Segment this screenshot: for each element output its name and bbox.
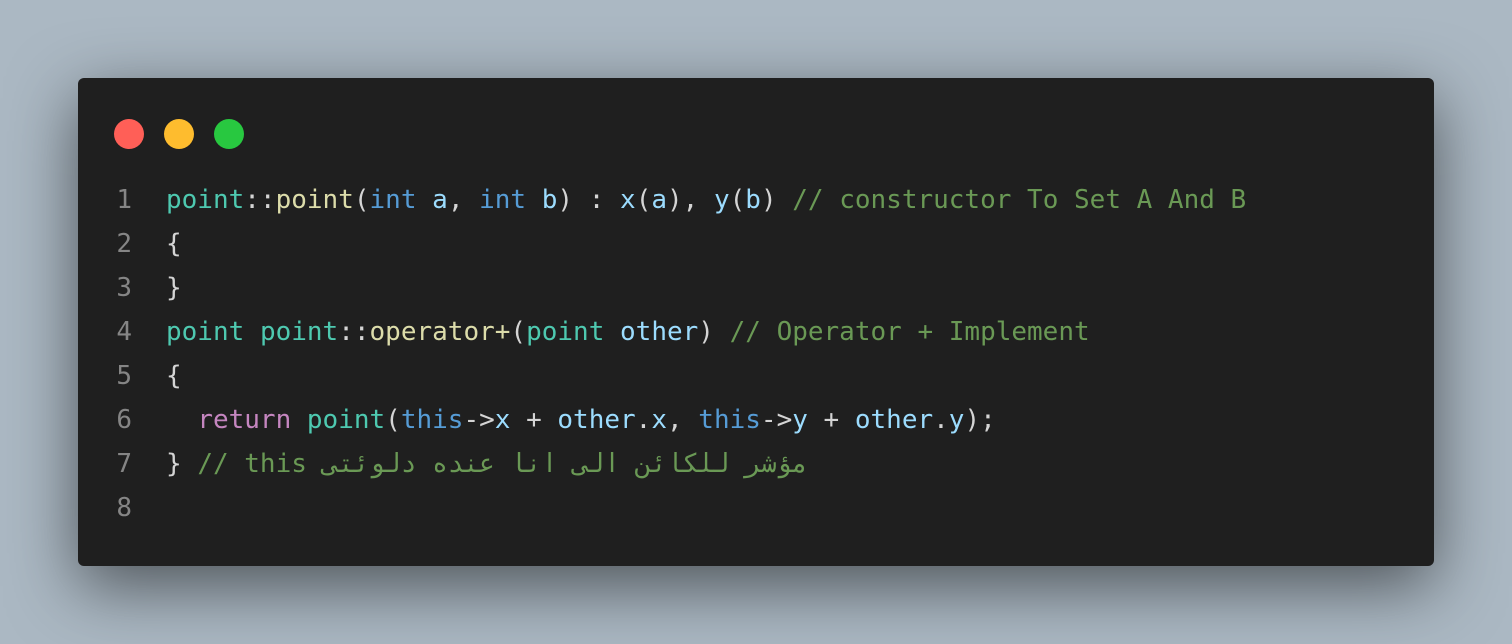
line-number: 3 <box>116 273 132 303</box>
code-text: { <box>166 222 182 266</box>
code-token: int <box>479 185 527 215</box>
code-token: -> <box>760 405 793 435</box>
code-token: point <box>275 185 354 215</box>
code-token: this <box>698 405 761 435</box>
minimize-dot-icon <box>164 119 194 149</box>
code-token: + <box>510 405 558 435</box>
code-comment: // constructor To Set A And B <box>792 185 1247 215</box>
code-line: 8 <box>78 486 1434 530</box>
code-token: x <box>494 405 511 435</box>
code-token: ), <box>667 185 714 215</box>
close-dot-icon <box>114 119 144 149</box>
code-token: a <box>651 185 667 215</box>
code-token: int <box>369 185 417 215</box>
code-token: y <box>792 405 808 435</box>
code-token: other <box>620 317 699 347</box>
line-number: 2 <box>116 229 132 259</box>
code-token: operator+ <box>369 317 511 347</box>
code-token: { <box>166 229 182 259</box>
code-token: return <box>197 405 292 435</box>
code-text: return point(this->x + other.x, this->y … <box>166 398 996 442</box>
code-token: b <box>541 185 558 215</box>
code-text: point point::operator+(point other) // O… <box>166 310 1090 354</box>
code-token: point <box>306 405 386 435</box>
code-token: x <box>651 405 667 435</box>
code-token: :: <box>244 185 276 215</box>
code-token: ); <box>964 405 996 435</box>
code-token: point <box>259 317 339 347</box>
line-number: 5 <box>116 361 132 391</box>
code-token: ( <box>510 317 527 347</box>
code-line: 1 point::point(int a, int b) : x(a), y(b)… <box>78 178 1434 222</box>
code-text: point::point(int a, int b) : x(a), y(b) … <box>166 178 1246 222</box>
code-token: . <box>635 405 652 435</box>
code-token: , <box>447 185 480 215</box>
code-text: } // this مؤشر للكائن الى انا عنده دلوئت… <box>166 442 808 486</box>
code-token: ( <box>729 185 746 215</box>
code-token: y <box>713 185 730 215</box>
code-line: 7} // this مؤشر للكائن الى انا عنده دلوئ… <box>78 442 1434 486</box>
line-number: 7 <box>116 449 132 479</box>
code-line: 4 point point::operator+(point other) // … <box>78 310 1434 354</box>
line-number: 6 <box>116 405 132 435</box>
code-token: ( <box>635 185 652 215</box>
code-token: y <box>948 405 965 435</box>
code-token: ) : <box>557 185 621 215</box>
line-number: 8 <box>116 493 132 523</box>
code-token: . <box>933 405 949 435</box>
code-token: ) <box>698 317 730 347</box>
code-token: this <box>400 405 464 435</box>
code-line: 6 return point(this->x + other.x, this->… <box>78 398 1434 442</box>
code-line: 5{ <box>78 354 1434 398</box>
code-token: -> <box>463 405 495 435</box>
code-token: + <box>807 405 855 435</box>
code-token: other <box>557 405 636 435</box>
code-token: } <box>166 273 182 303</box>
code-token: point <box>166 185 245 215</box>
maximize-dot-icon <box>214 119 244 149</box>
code-comment: // this مؤشر للكائن الى انا عنده دلوئتى <box>197 449 808 479</box>
code-block: 1 point::point(int a, int b) : x(a), y(b)… <box>78 178 1434 530</box>
code-text: { <box>166 354 182 398</box>
code-line: 3} <box>78 266 1434 310</box>
line-number: 1 <box>116 185 132 215</box>
code-token: other <box>854 405 934 435</box>
code-token: a <box>432 185 448 215</box>
code-token: ) <box>760 185 793 215</box>
code-token: ( <box>353 185 370 215</box>
code-token: :: <box>338 317 370 347</box>
code-token: { <box>166 361 182 391</box>
code-token: point <box>526 317 605 347</box>
code-token: x <box>620 185 636 215</box>
code-token: ( <box>385 405 401 435</box>
code-token: } <box>166 449 198 479</box>
code-comment: // Operator + Implement <box>729 317 1090 347</box>
code-window: 1 point::point(int a, int b) : x(a), y(b)… <box>78 78 1434 566</box>
line-number: 4 <box>116 317 132 347</box>
code-text: } <box>166 266 182 310</box>
code-line: 2{ <box>78 222 1434 266</box>
code-token: point <box>166 317 245 347</box>
code-token: , <box>666 405 699 435</box>
code-token: b <box>745 185 761 215</box>
